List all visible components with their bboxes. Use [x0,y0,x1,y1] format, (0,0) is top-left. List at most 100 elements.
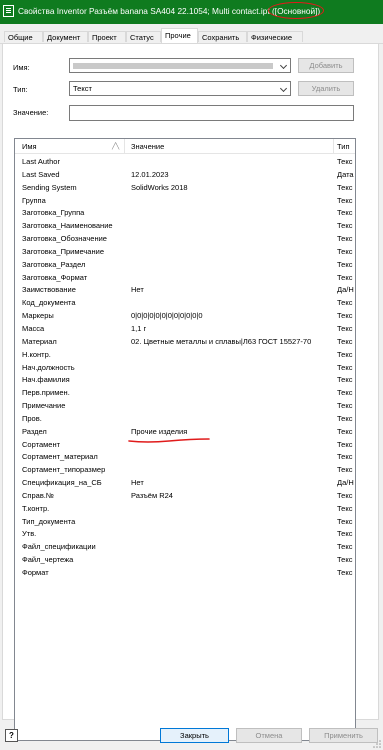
table-row[interactable]: Справ.№ Разъём R24 Текс [15,490,355,503]
table-row[interactable]: Формат Текс [15,567,355,580]
table-row[interactable]: Код_документа Текс [15,297,355,310]
tab-general[interactable]: Общие [4,31,43,42]
help-button[interactable]: ? [5,729,18,742]
table-row[interactable]: Пров. Текс [15,413,355,426]
cell-type: Текс [337,336,353,346]
table-row[interactable]: Last Saved 12.01.2023 Дата [15,169,355,182]
cell-type: Текс [337,555,353,565]
cell-name: Спецификация_на_СБ [22,478,102,488]
cell-type: Текс [337,323,353,333]
table-row[interactable]: Раздел Прочие изделия Текс [15,426,355,443]
table-row[interactable]: Т.контр. Текс [15,503,355,516]
chevron-down-icon[interactable] [278,59,290,72]
cell-name: Утв. [22,529,37,539]
column-divider[interactable] [124,139,125,153]
cell-name: Sending System [22,182,77,192]
cell-type: Текс [337,568,353,577]
cell-value: Разъём R24 [131,490,173,500]
table-row[interactable]: Заготовка_Обозначение Текс [15,233,355,246]
window-title: Свойства Inventor Разъём banana SA404 22… [18,6,320,16]
close-button[interactable]: Закрыть [160,728,229,743]
table-row[interactable]: Сортамент Текс [15,439,355,452]
cell-type: Текс [337,465,353,475]
table-row[interactable]: Тип_документа Текс [15,516,355,529]
table-row[interactable]: Материал 02. Цветные металлы и сплавы|Л63… [15,336,355,349]
type-combobox[interactable]: Текст [69,81,291,96]
cell-type: Текс [337,234,353,244]
cell-type: Текс [337,413,353,423]
tab-other[interactable]: Прочие [161,28,198,44]
type-label: Тип: [13,85,28,94]
cell-name: Справ.№ [22,490,54,500]
cell-name: Т.контр. [22,503,50,513]
apply-button[interactable]: Применить [309,728,378,743]
tab-document[interactable]: Документ [43,31,88,42]
tab-save[interactable]: Сохранить [198,31,247,42]
column-header-type[interactable]: Тип [337,142,350,151]
table-row[interactable]: Заготовка_Формат Текс [15,272,355,285]
table-row[interactable]: Сортамент_типоразмер Текс [15,464,355,477]
title-highlight: ([Основной]) [272,6,321,16]
resize-grip-icon[interactable] [373,740,381,748]
table-row[interactable]: Заготовка_Примечание Текс [15,246,355,259]
table-row[interactable]: Заготовка_Раздел Текс [15,259,355,272]
cell-name: Заготовка_Группа [22,208,85,218]
cell-type: Текс [337,401,353,411]
tab-physical[interactable]: Физические [247,31,303,42]
cancel-button[interactable]: Отмена [236,728,302,743]
cell-name: Формат [22,568,49,577]
table-row[interactable]: Утв. Текс [15,528,355,541]
table-row[interactable]: Заготовка_Группа Текс [15,207,355,220]
cell-name: Нач.фамилия [22,375,70,385]
add-button[interactable]: Добавить [298,58,354,73]
table-row[interactable]: Примечание Текс [15,400,355,413]
cell-name: Сортамент_типоразмер [22,465,106,475]
table-row[interactable]: Маркеры 0|0|0|0|0|0|0|0|0|0|0|0 Текс [15,310,355,323]
dialog-footer: ? Закрыть Отмена Применить [0,720,383,750]
table-row[interactable]: Спецификация_на_СБ Нет Да/Н [15,477,355,490]
delete-button[interactable]: Удалить [298,81,354,96]
tab-project[interactable]: Проект [88,31,126,42]
title-bar[interactable]: Свойства Inventor Разъём banana SA404 22… [0,0,383,24]
table-row[interactable]: Файл_чертежа Текс [15,554,355,567]
cell-value: Прочие изделия [131,426,188,436]
cell-value: 1,1 г [131,323,147,333]
chevron-down-icon[interactable] [278,82,290,95]
cell-name: Заготовка_Примечание [22,246,104,256]
column-divider[interactable] [333,139,334,153]
cell-type: Текс [337,516,353,526]
cell-name: Сортамент_материал [22,452,98,462]
cell-type: Текс [337,272,353,282]
column-header-value[interactable]: Значение [131,142,164,151]
cell-name: Last Saved [22,169,60,179]
table-row[interactable]: Перв.примен. Текс [15,387,355,400]
table-row[interactable]: Нач.должность Текс [15,362,355,375]
cell-name: Раздел [22,426,47,436]
table-row[interactable]: Заимствование Нет Да/Н [15,284,355,297]
cell-type: Текс [337,157,353,166]
cell-type: Да/Н [337,478,354,488]
table-row[interactable]: Сортамент_материал Текс [15,451,355,464]
cell-name: Файл_спецификации [22,542,96,552]
cell-type: Текс [337,490,353,500]
value-input[interactable] [69,105,354,121]
table-row[interactable]: Н.контр. Текс [15,349,355,362]
table-body: Last Author Текс Last Saved 12.01.2023 Дата S… [15,156,355,580]
table-row[interactable]: Sending System SolidWorks 2018 Текс [15,182,355,195]
column-header-name[interactable]: Имя [22,142,37,151]
name-combobox[interactable] [69,58,291,73]
table-row[interactable]: Файл_спецификации Текс [15,541,355,554]
cell-type: Текс [337,529,353,539]
cell-name: Пров. [22,413,42,423]
properties-table[interactable]: Имя ╱╲ Значение Тип Last Author Текс Last … [14,138,356,741]
tab-status[interactable]: Статус [126,31,161,42]
cell-type: Текс [337,362,353,372]
cell-type: Текс [337,298,353,308]
table-row[interactable]: Группа Текс [15,195,355,208]
table-row[interactable]: Заготовка_Наименование Текс [15,220,355,233]
value-label: Значение: [13,108,49,117]
cell-name: Last Author [22,157,60,166]
table-row[interactable]: Last Author Текс [15,156,355,169]
table-row[interactable]: Нач.фамилия Текс [15,374,355,387]
table-row[interactable]: Масса 1,1 г Текс [15,323,355,336]
